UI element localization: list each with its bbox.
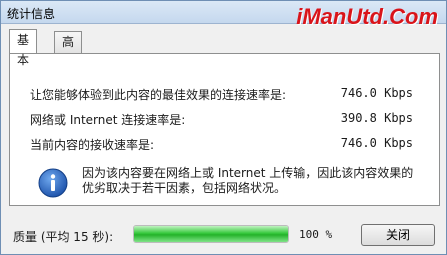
watermark-logo: iManUtd.Com <box>296 4 438 29</box>
optimal-rate-value: 746.0 Kbps <box>340 86 413 100</box>
tab-basic[interactable]: 基本 <box>9 29 38 67</box>
quality-progress-bar <box>133 225 289 243</box>
title-bar[interactable]: 统计信息 iManUtd.Com <box>1 1 446 29</box>
receive-rate-label: 当前内容的接收速率是: <box>30 138 155 152</box>
quality-percent: 100 % <box>299 228 333 241</box>
info-note: 因为该内容要在网络上或 Internet 上传输，因此该内容效果的优劣取决于若干… <box>82 166 414 195</box>
quality-progress-fill <box>134 226 288 242</box>
statistics-window: 统计信息 iManUtd.Com 基本 高级 让您能够体验到此内容的最佳效果的连… <box>0 0 447 255</box>
quality-label: 质量 (平均 15 秒): <box>13 230 114 244</box>
optimal-rate-label: 让您能够体验到此内容的最佳效果的连接速率是: <box>30 88 287 102</box>
close-button[interactable]: 关闭 <box>361 224 435 246</box>
info-icon <box>38 168 68 198</box>
connection-rate-value: 390.8 Kbps <box>340 111 413 125</box>
receive-rate-value: 746.0 Kbps <box>340 136 413 150</box>
tab-advanced[interactable]: 高级 <box>54 31 83 69</box>
tab-basic-label: 基本 <box>17 33 30 67</box>
window-title: 统计信息 <box>7 7 56 21</box>
basic-panel: 让您能够体验到此内容的最佳效果的连接速率是: 746.0 Kbps 网络或 In… <box>9 53 440 206</box>
connection-rate-label: 网络或 Internet 连接速率是: <box>30 113 186 127</box>
